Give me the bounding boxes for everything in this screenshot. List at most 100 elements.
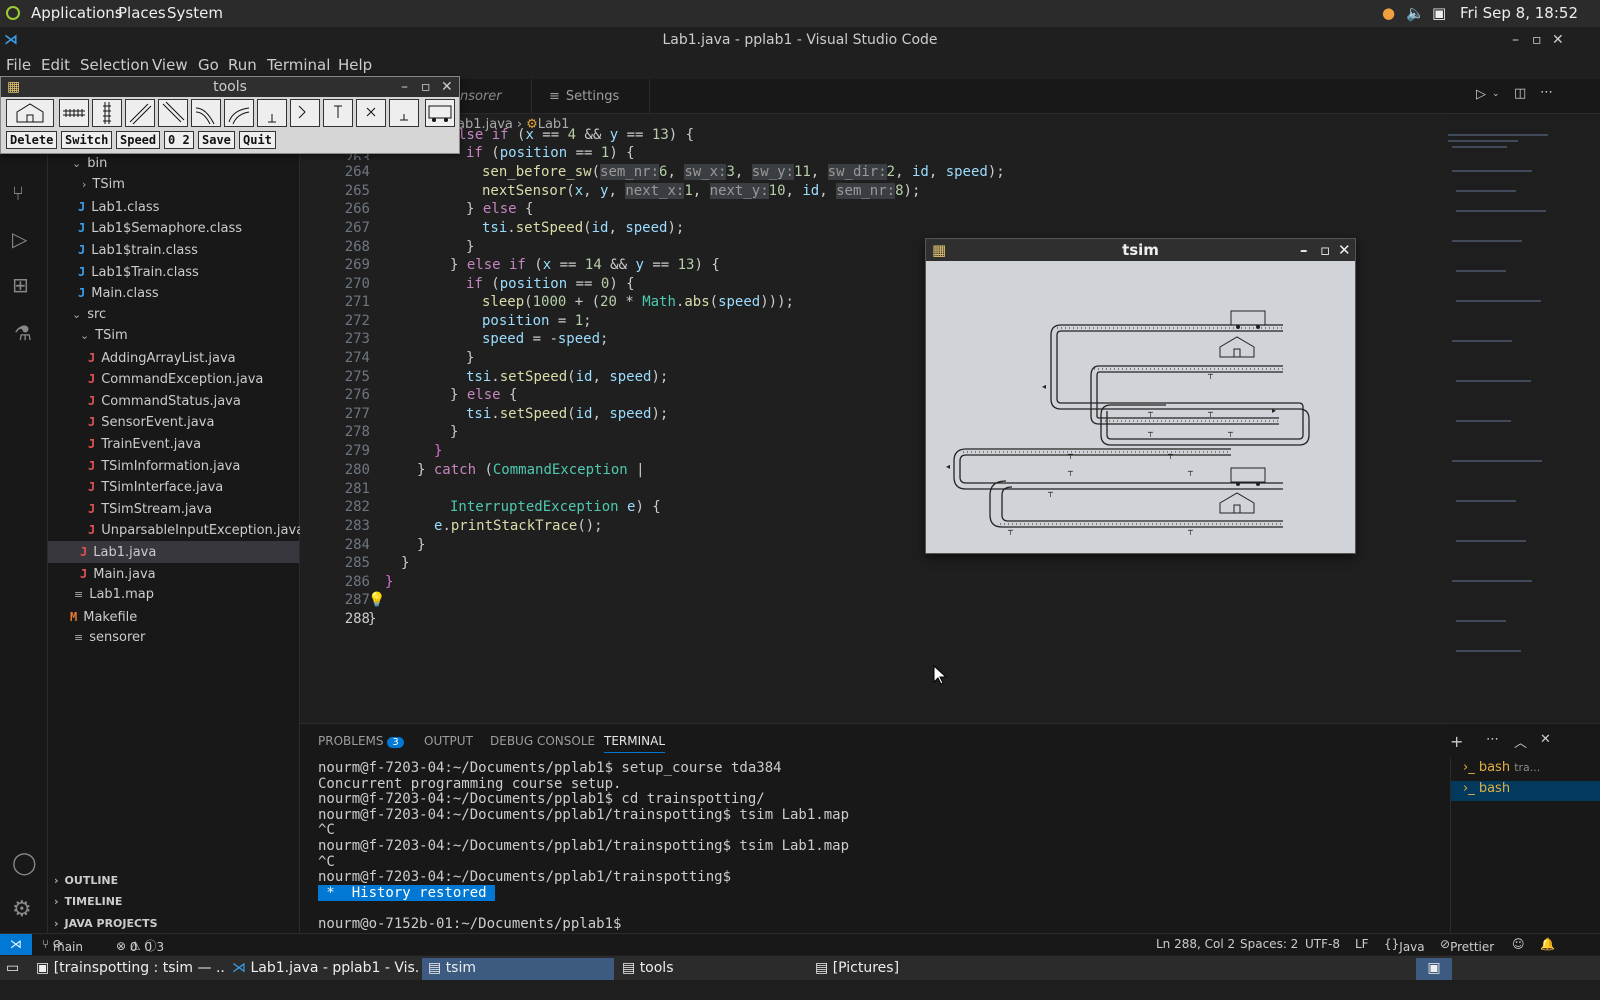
language-mode[interactable]: {} Java [1384, 937, 1425, 954]
clock[interactable]: Fri Sep 8, 18:52 [1460, 4, 1578, 22]
menu-help[interactable]: Help [338, 56, 372, 74]
vertical-track-button[interactable] [92, 99, 122, 127]
update-icon[interactable]: ● [1382, 4, 1395, 22]
close-icon[interactable]: ✕ [1552, 27, 1564, 53]
station-tool-button[interactable] [6, 99, 54, 127]
remote-icon[interactable]: ⋊ [0, 934, 32, 955]
minimize-icon[interactable]: – [1300, 239, 1308, 261]
file-tsimstream[interactable]: J TSimStream.java [88, 498, 212, 520]
problems-indicator[interactable]: ⊗ 0 ⚠ 0 ⓘ 3 [116, 937, 164, 954]
java-projects-section[interactable]: › JAVA PROJECTS [54, 913, 158, 935]
task-pictures[interactable]: ▤ [Pictures] [815, 958, 1005, 980]
cursor-position[interactable]: Ln 288, Col 2 [1156, 937, 1235, 951]
show-desktop-icon[interactable]: ▭ [6, 958, 19, 980]
tab-debug-console[interactable]: DEBUG CONSOLE [490, 734, 595, 748]
save-button[interactable]: Save [198, 131, 235, 149]
minimap[interactable] [1440, 130, 1560, 720]
maximize-panel-icon[interactable]: ︿ [1514, 732, 1527, 751]
file-main-java[interactable]: J Main.java [80, 563, 156, 585]
file-commandexception[interactable]: J CommandException.java [88, 368, 263, 390]
signal-tool-button[interactable] [356, 99, 386, 127]
tools-titlebar[interactable]: ▦ tools – ▫ ✕ [1, 77, 459, 97]
file-tsiminterface[interactable]: J TSimInterface.java [88, 476, 223, 498]
workspace-switcher[interactable]: ▣ [1416, 958, 1452, 980]
folder-src[interactable]: ⌄ src [72, 304, 106, 326]
run-icon[interactable]: ▷ [1476, 87, 1486, 102]
distro-logo-icon[interactable] [6, 6, 20, 20]
outline-section[interactable]: › OUTLINE [54, 870, 118, 892]
file-main-class[interactable]: J Main.class [78, 282, 159, 304]
close-panel-icon[interactable]: ✕ [1540, 732, 1551, 747]
task-terminal[interactable]: ▣ [trainspotting : tsim — ... [36, 958, 226, 980]
tab-output[interactable]: OUTPUT [424, 734, 473, 748]
tab-sensorer[interactable]: nsorer [460, 79, 532, 114]
numbers-button[interactable]: 0 2 [164, 131, 194, 149]
file-makefile[interactable]: M Makefile [70, 606, 137, 628]
more-actions-icon[interactable]: ⋯ [1486, 732, 1499, 747]
file-unparsable[interactable]: J UnparsableInputException.java [88, 519, 304, 541]
timeline-section[interactable]: › TIMELINE [54, 891, 122, 913]
tab-problems[interactable]: PROBLEMS 3 [318, 734, 404, 748]
menu-run[interactable]: Run [228, 56, 257, 74]
curve-track-button[interactable] [191, 99, 221, 127]
delete-button[interactable]: Delete [6, 131, 58, 149]
semaphore-tool-button[interactable] [323, 99, 353, 127]
terminal-prompt[interactable]: nourm@o-7152b-01:~/Documents/pplab1$ [318, 916, 630, 932]
speed-button[interactable]: Speed [116, 131, 161, 149]
file-tsiminformation[interactable]: J TSimInformation.java [88, 455, 240, 477]
diagonal-track-button[interactable] [125, 99, 155, 127]
switch-button[interactable]: Switch [61, 131, 113, 149]
manage-gear-icon[interactable]: ⚙ [12, 897, 32, 922]
close-icon[interactable]: ✕ [1338, 239, 1351, 261]
menu-view[interactable]: View [152, 56, 188, 74]
source-control-icon[interactable]: ⑂ [12, 181, 24, 205]
folder-tsim-src[interactable]: ⌄ TSim [80, 325, 128, 347]
curve-track-2-button[interactable] [224, 99, 254, 127]
menu-edit[interactable]: Edit [41, 56, 70, 74]
menu-selection[interactable]: Selection [80, 56, 149, 74]
file-addingarraylist[interactable]: J AddingArrayList.java [88, 347, 236, 369]
tools-window[interactable]: ▦ tools – ▫ ✕ Delete Switch Speed 0 2 Sa… [0, 76, 460, 154]
straight-track-button[interactable] [59, 99, 89, 127]
extensions-icon[interactable]: ⊞ [12, 273, 29, 297]
system-menu[interactable]: System [167, 4, 223, 22]
lightbulb-icon[interactable]: 💡 [368, 591, 385, 610]
file-commandstatus[interactable]: J CommandStatus.java [88, 390, 241, 412]
train-tool-button[interactable] [425, 99, 455, 127]
menu-go[interactable]: Go [198, 56, 219, 74]
tab-terminal[interactable]: TERMINAL [604, 734, 666, 753]
feedback-icon[interactable]: ☺ [1512, 937, 1525, 951]
tsim-titlebar[interactable]: ▦ tsim – ▫ ✕ [926, 239, 1355, 261]
minimize-icon[interactable]: – [401, 77, 408, 97]
account-icon[interactable]: ◯ [12, 851, 37, 876]
run-debug-icon[interactable]: ▷ [12, 227, 27, 251]
split-editor-icon[interactable]: ◫ [1514, 86, 1526, 101]
file-lab1-map[interactable]: ≡ Lab1.map [74, 584, 154, 606]
file-train-class[interactable]: J Lab1$train.class [78, 239, 198, 261]
volume-icon[interactable]: 🔈 [1406, 4, 1425, 22]
task-tsim[interactable]: ▤ tsim [422, 958, 614, 980]
branch-indicator[interactable]: ⑂ main ⟳ [42, 937, 83, 954]
folder-bin[interactable]: ⌄ bin [72, 153, 107, 175]
testing-icon[interactable]: ⚗ [14, 321, 32, 345]
places-menu[interactable]: Places [118, 4, 166, 22]
file-sensorer[interactable]: ≡ sensorer [74, 627, 145, 649]
end-tool-button[interactable] [389, 99, 419, 127]
file-train2-class[interactable]: J Lab1$Train.class [78, 261, 199, 283]
tsim-window[interactable]: ▦ tsim – ▫ ✕ ┬ ┬ ┬ ┬ ┬ ┬ ┬ ┬ ┬ ┬ ┬ ┬ ◂ ◂ ▸ [925, 238, 1356, 554]
track-map[interactable]: ┬ ┬ ┬ ┬ ┬ ┬ ┬ ┬ ┬ ┬ ┬ ┬ ◂ ◂ ▸ [926, 261, 1355, 553]
terminal-item-bash-1[interactable]: ›_ bash tra... [1463, 760, 1600, 780]
switch-tool-button[interactable] [290, 99, 320, 127]
sensor-tool-button[interactable] [257, 99, 287, 127]
file-semaphore-class[interactable]: J Lab1$Semaphore.class [78, 217, 242, 239]
maximize-icon[interactable]: ▫ [421, 77, 431, 97]
close-icon[interactable]: ✕ [441, 77, 453, 97]
task-tools[interactable]: ▤ tools [622, 958, 812, 980]
minimize-icon[interactable]: – [1512, 27, 1519, 53]
prettier-status[interactable]: ⊘ Prettier [1440, 937, 1494, 954]
maximize-icon[interactable]: ▫ [1320, 239, 1330, 261]
task-vscode[interactable]: ⋊ Lab1.java - pplab1 - Vis... [232, 958, 418, 980]
network-icon[interactable]: ▣ [1432, 4, 1446, 22]
tab-settings[interactable]: ≡ Settings [535, 79, 650, 114]
applications-menu[interactable]: Applications [31, 4, 123, 22]
